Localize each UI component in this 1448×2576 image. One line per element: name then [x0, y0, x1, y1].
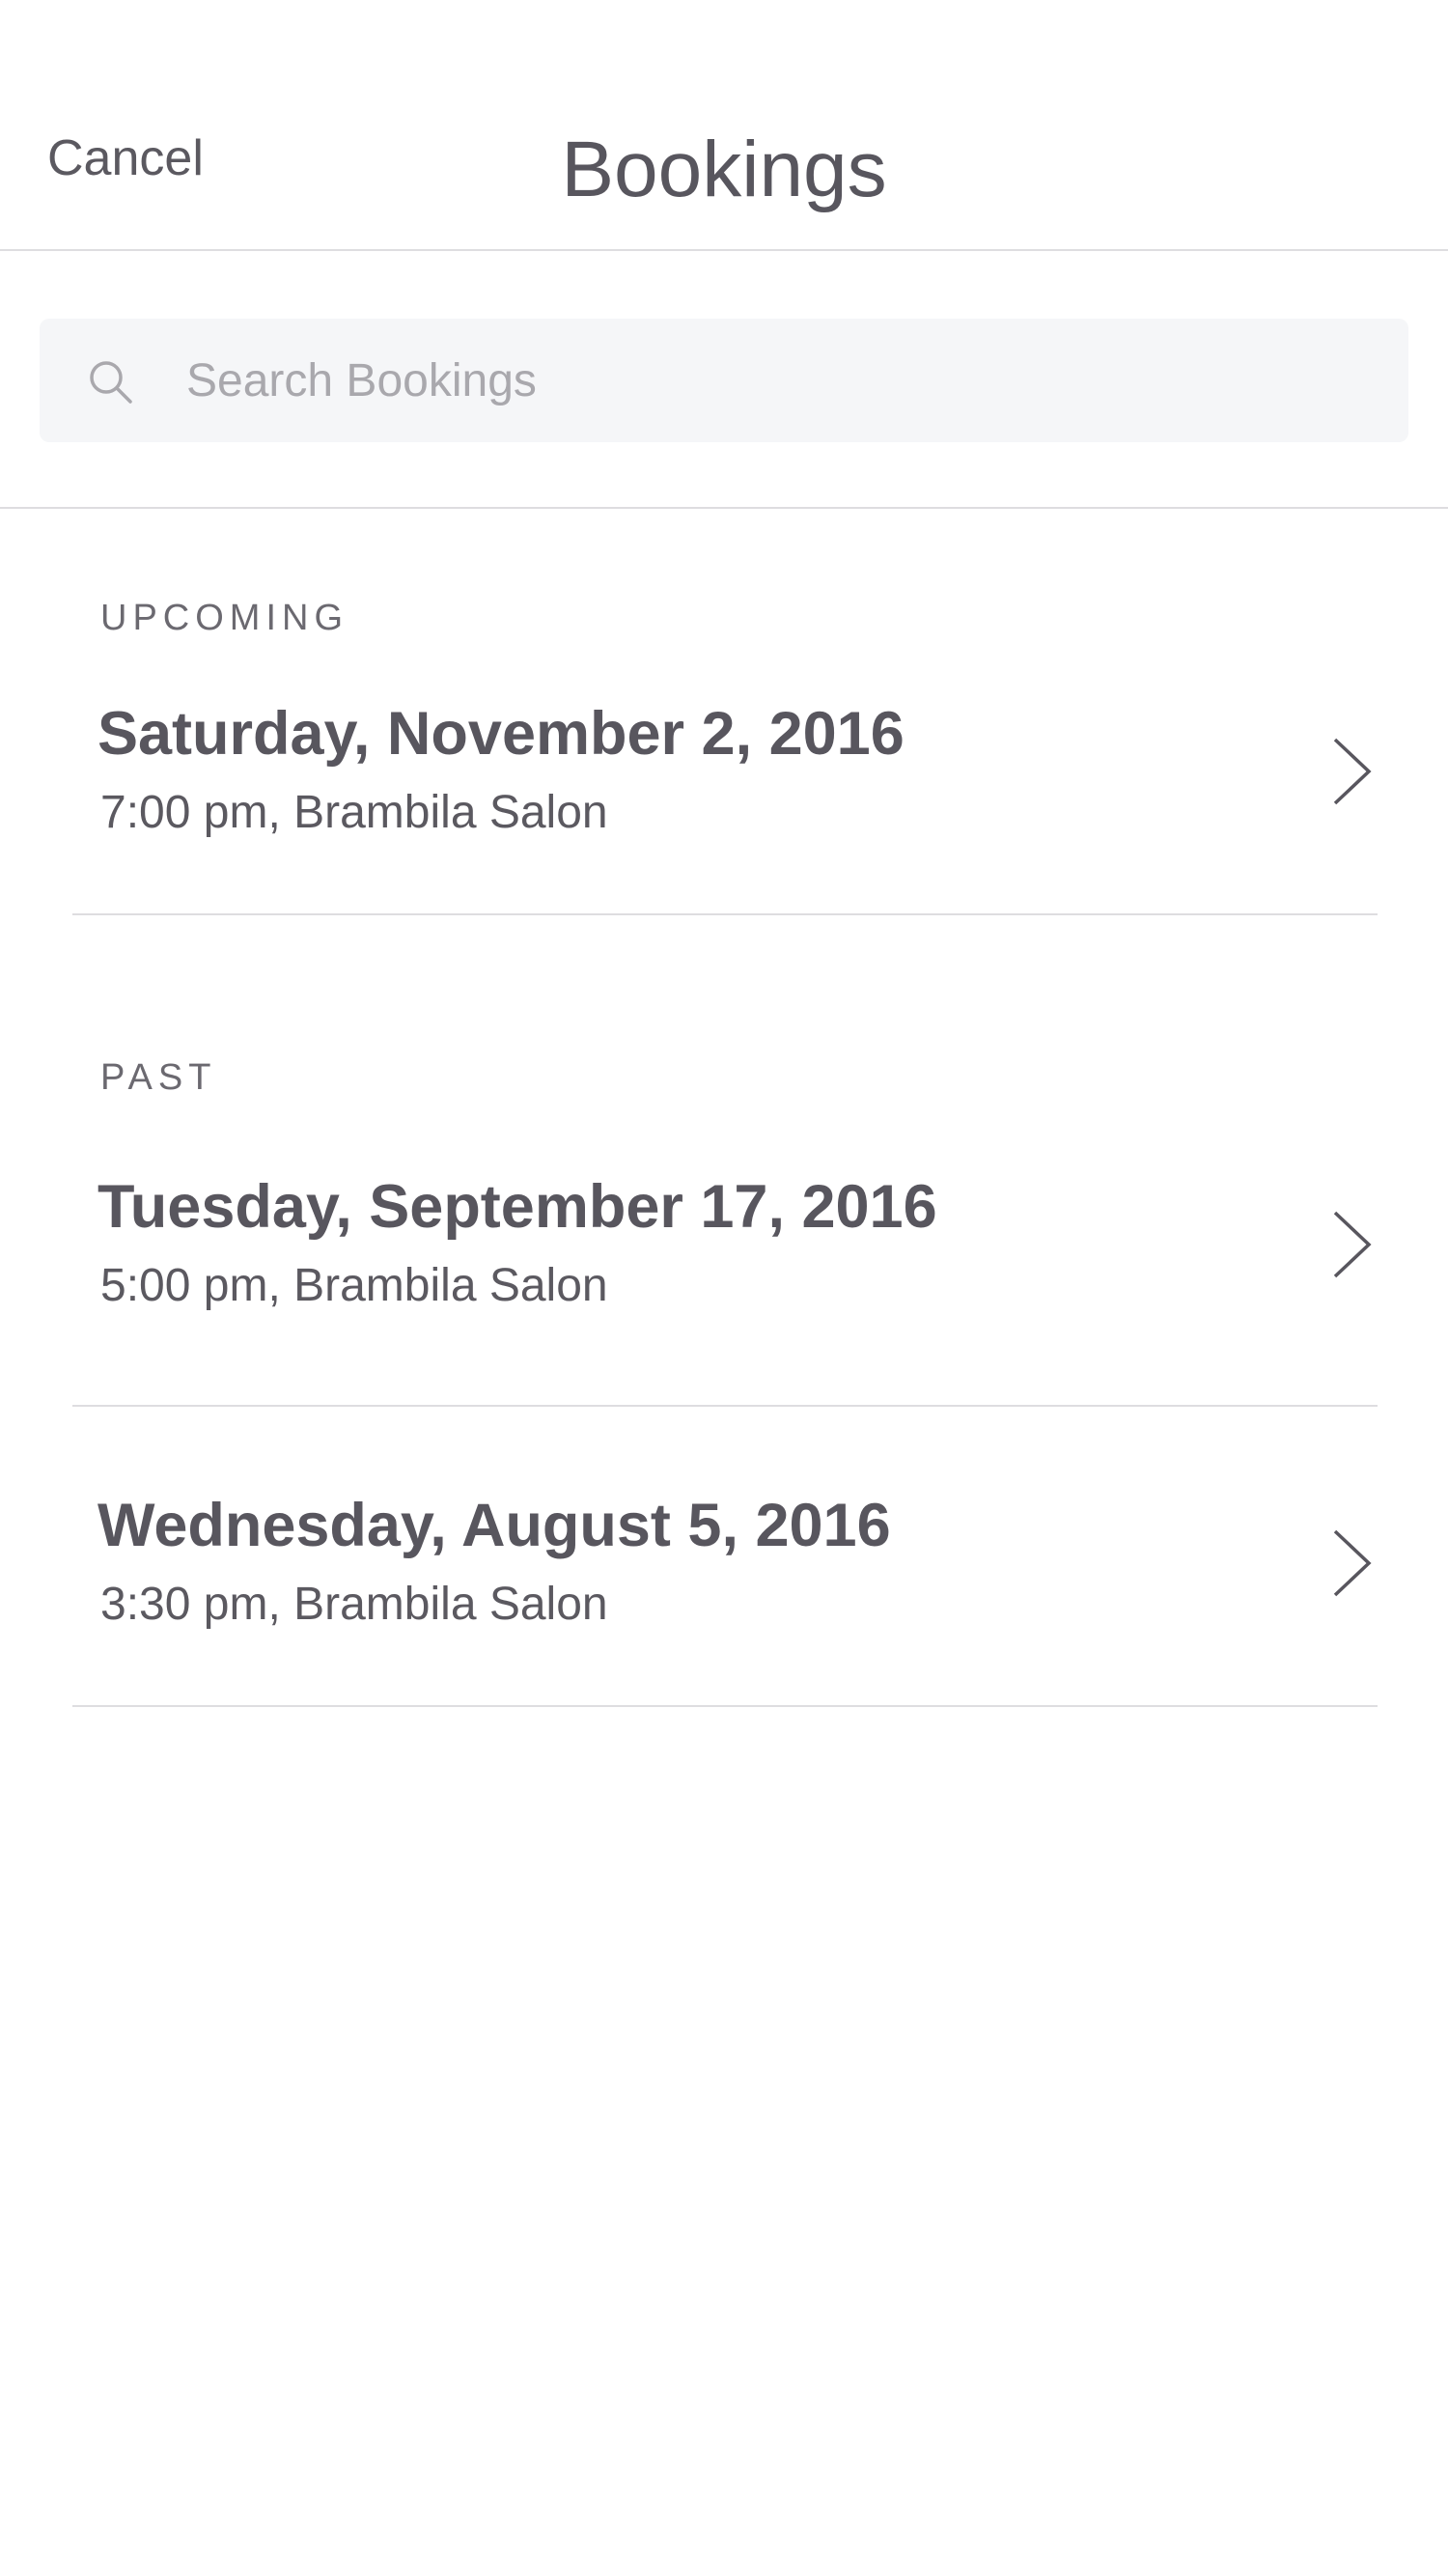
divider: [72, 913, 1378, 915]
booking-date: Wednesday, August 5, 2016: [97, 1492, 891, 1559]
chevron-right-icon: [1333, 1211, 1372, 1278]
booking-detail: 7:00 pm, Brambila Salon: [100, 787, 608, 838]
divider: [72, 1405, 1378, 1407]
booking-row[interactable]: Tuesday, September 17, 2016 5:00 pm, Bra…: [0, 1149, 1448, 1405]
section-header-past: PAST: [100, 1057, 217, 1098]
booking-detail: 5:00 pm, Brambila Salon: [100, 1260, 608, 1311]
booking-date: Saturday, November 2, 2016: [97, 700, 905, 768]
booking-detail: 3:30 pm, Brambila Salon: [100, 1579, 608, 1630]
search-bar[interactable]: [40, 319, 1408, 442]
chevron-right-icon: [1333, 1529, 1372, 1597]
booking-date: Tuesday, September 17, 2016: [97, 1173, 937, 1241]
divider: [72, 1705, 1378, 1707]
search-section: [0, 251, 1448, 509]
page-title: Bookings: [561, 126, 887, 213]
search-input[interactable]: [148, 319, 1383, 442]
navigation-bar: Cancel Bookings: [0, 0, 1448, 251]
booking-row[interactable]: Wednesday, August 5, 2016 3:30 pm, Bramb…: [0, 1468, 1448, 1705]
booking-row[interactable]: Saturday, November 2, 2016 7:00 pm, Bram…: [0, 676, 1448, 913]
chevron-right-icon: [1333, 738, 1372, 805]
search-icon: [90, 361, 132, 404]
section-header-upcoming: UPCOMING: [100, 598, 348, 638]
